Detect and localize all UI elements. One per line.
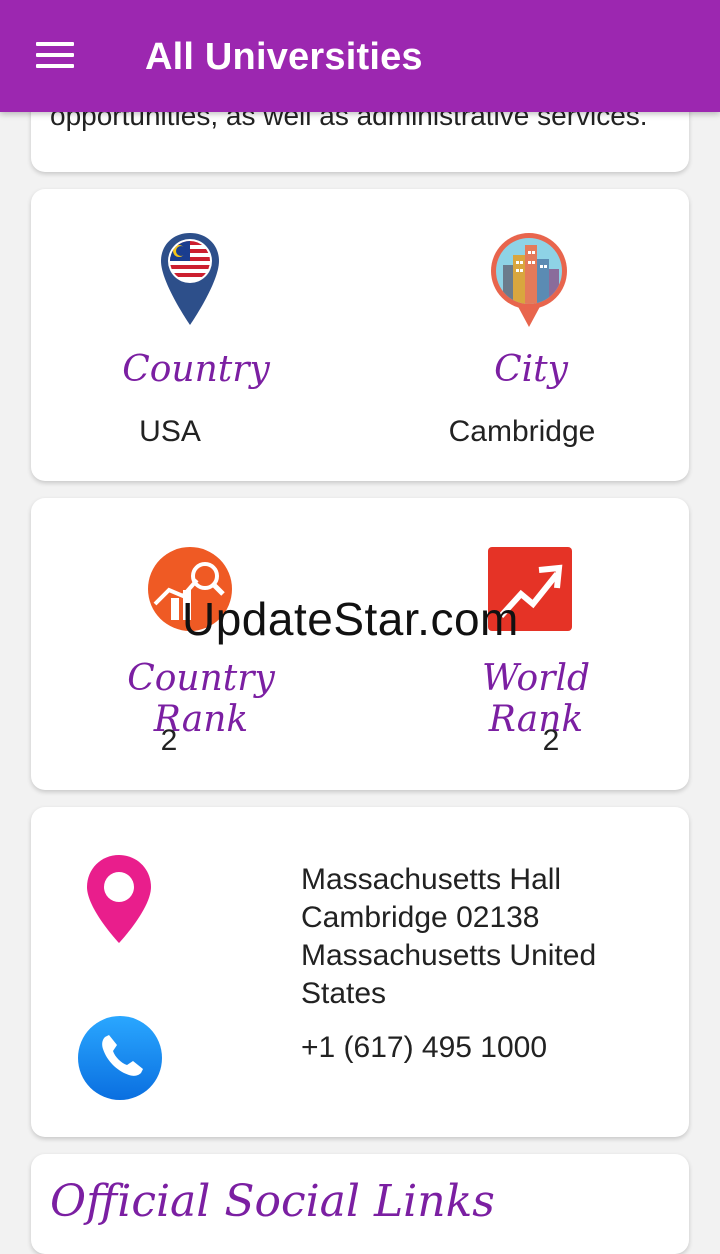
city-label: City [494, 349, 568, 390]
country-label: Country [122, 349, 270, 390]
page-title: All Universities [145, 36, 423, 78]
malaysia-flag-pin-icon [161, 233, 219, 325]
hamburger-menu-icon[interactable] [36, 40, 76, 70]
contact-card: Massachusetts Hall Cambridge 02138 Massa… [31, 807, 689, 1137]
social-links-title: Official Social Links [50, 1176, 495, 1227]
location-card: Country USA City Cambridge [31, 189, 689, 481]
address-text: Massachusetts Hall Cambridge 02138 Massa… [301, 863, 597, 1010]
watermark: UpdateStar.com [182, 593, 519, 645]
city-buildings-pin-icon [491, 233, 567, 327]
country-value: USA [139, 415, 201, 448]
phone-number[interactable]: +1 (617) 495 1000 [301, 1031, 547, 1065]
city-value: Cambridge [448, 415, 596, 448]
location-pin-icon[interactable] [85, 853, 153, 945]
phone-icon[interactable] [77, 1015, 163, 1101]
world-rank-value: 2 [542, 724, 560, 757]
country-rank-label: Country Rank [127, 658, 275, 740]
social-links-card: Official Social Links [31, 1154, 689, 1254]
app-bar: All Universities [0, 0, 720, 112]
country-rank-value: 2 [160, 724, 178, 757]
